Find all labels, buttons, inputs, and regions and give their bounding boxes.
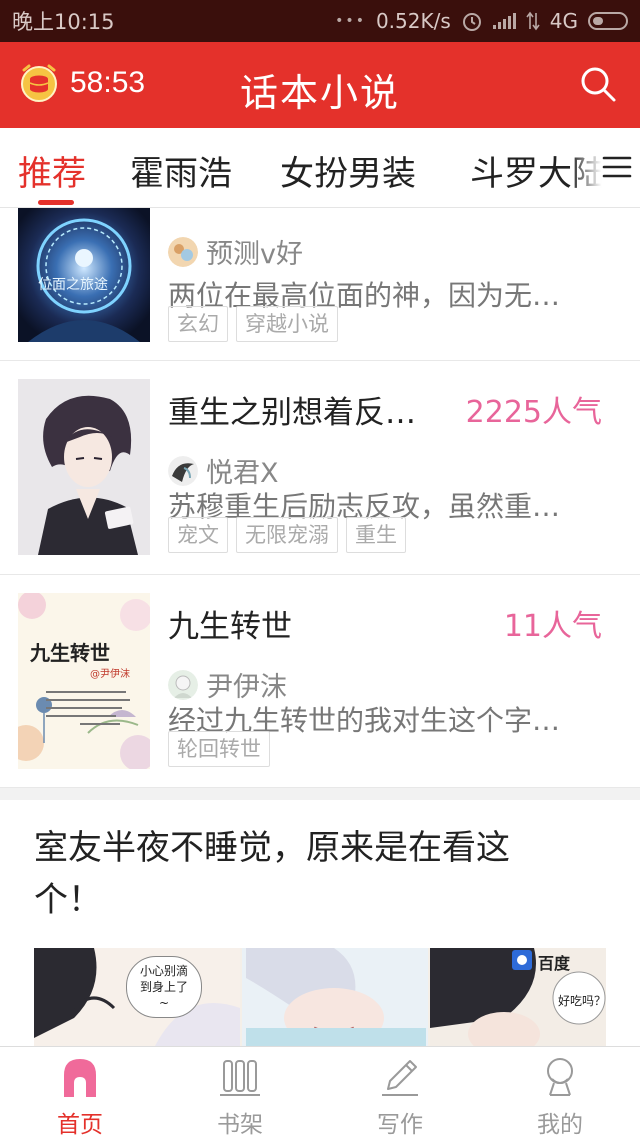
pen-icon <box>382 1060 418 1096</box>
battery-icon <box>588 12 628 30</box>
category-tabs: 推荐 霍雨浩 女扮男装 斗罗大陆 <box>0 128 640 208</box>
cover-poem-lines <box>46 685 130 725</box>
notification-dots-icon: ••• <box>335 13 366 29</box>
book-tag[interactable]: 穿越小说 <box>236 306 338 342</box>
nav-home-label: 首页 <box>57 1112 103 1138</box>
search-icon[interactable] <box>578 64 618 104</box>
app-screen: 晚上10:15 ••• 0.52K/s 4G 58:53 话本小说 推荐 霍雨浩… <box>0 0 640 1138</box>
book-tag[interactable]: 玄幻 <box>168 306 228 342</box>
cover-author-text: @尹伊沫 <box>90 669 130 680</box>
nav-bookshelf-label: 书架 <box>217 1112 263 1138</box>
profile-icon <box>547 1058 573 1096</box>
tab-recommend[interactable]: 推荐 <box>18 146 86 195</box>
section-divider <box>0 788 640 800</box>
nav-write-label: 写作 <box>377 1112 423 1138</box>
bookshelf-icon <box>220 1060 260 1096</box>
cover-title-text: 九生转世 <box>30 641 110 665</box>
author-avatar <box>168 455 198 486</box>
book-tag[interactable]: 重生 <box>346 517 406 553</box>
author-avatar <box>168 669 198 700</box>
book-item[interactable]: 重生之别想着反… 2225人气 悦君X 苏穆重生后励志反攻，虽然重… 宠文 无限… <box>0 361 640 575</box>
promo-image[interactable]: 小心别滴到身上了~ 好吃吗？ 百度 <box>34 948 606 1048</box>
baidu-badge: 百度 <box>538 954 571 973</box>
home-icon <box>64 1059 96 1097</box>
floral-cover-image <box>18 593 150 769</box>
alarm-icon <box>462 13 481 31</box>
nav-profile[interactable]: 我的 <box>480 1047 640 1138</box>
author-name[interactable]: 预测v好 <box>206 232 303 271</box>
menu-icon[interactable] <box>602 152 632 182</box>
bottom-navigation: 首页 书架 写作 我的 <box>0 1046 640 1138</box>
nav-write[interactable]: 写作 <box>320 1047 480 1138</box>
book-tag[interactable]: 宠文 <box>168 517 228 553</box>
active-tab-indicator <box>38 200 74 205</box>
book-tags: 玄幻 穿越小说 <box>168 306 338 342</box>
tab-huo-yuhao[interactable]: 霍雨浩 <box>130 146 232 195</box>
book-title[interactable]: 九生转世 <box>168 601 292 646</box>
speech-bubble: 小心别滴到身上了~ <box>126 956 202 1018</box>
cover-title-text: 位面之旅途 <box>38 277 108 293</box>
book-cover[interactable]: 位面之旅途 <box>18 208 150 342</box>
app-header: 58:53 话本小说 <box>0 42 640 128</box>
anime-boy-cover-image <box>18 379 150 555</box>
book-title[interactable]: 重生之别想着反… <box>168 387 416 432</box>
network-type: 4G <box>549 9 578 33</box>
signal-icon <box>492 13 516 29</box>
network-speed: 0.52K/s <box>375 9 451 33</box>
book-item[interactable]: 位面之旅途 预测v好 两位在最高位面的神，因为无… 玄幻 穿越小说 <box>0 208 640 361</box>
book-cover[interactable]: 九生转世 @尹伊沫 <box>18 593 150 769</box>
status-right: ••• 0.52K/s 4G <box>335 9 628 33</box>
status-time: 晚上10:15 <box>12 10 115 34</box>
data-arrows-icon <box>526 11 540 31</box>
book-tags: 轮回转世 <box>168 731 270 767</box>
nav-profile-label: 我的 <box>537 1112 583 1138</box>
book-item[interactable]: 九生转世 @尹伊沫 九生转世 11人气 尹伊沫 经过九生转世的我对生这个字… 轮… <box>0 575 640 788</box>
author-avatar <box>168 236 198 267</box>
speech-bubble: 好吃吗？ <box>558 994 606 1008</box>
book-cover[interactable] <box>18 379 150 555</box>
tab-cross-dressing[interactable]: 女扮男装 <box>280 146 416 195</box>
app-title: 话本小说 <box>239 71 400 115</box>
promo-title[interactable]: 室友半夜不睡觉，原来是在看这个！ <box>34 822 574 926</box>
book-tags: 宠文 无限宠溺 重生 <box>168 517 406 553</box>
nav-bookshelf[interactable]: 书架 <box>160 1047 320 1138</box>
book-tag[interactable]: 轮回转世 <box>168 731 270 767</box>
nav-home[interactable]: 首页 <box>0 1047 160 1138</box>
popularity-count: 2225人气 <box>465 395 602 430</box>
book-tag[interactable]: 无限宠溺 <box>236 517 338 553</box>
comic-strip-image <box>34 948 606 1048</box>
status-bar: 晚上10:15 ••• 0.52K/s 4G <box>0 0 640 42</box>
popularity-count: 11人气 <box>503 609 602 644</box>
author-row: 预测v好 <box>168 232 303 271</box>
